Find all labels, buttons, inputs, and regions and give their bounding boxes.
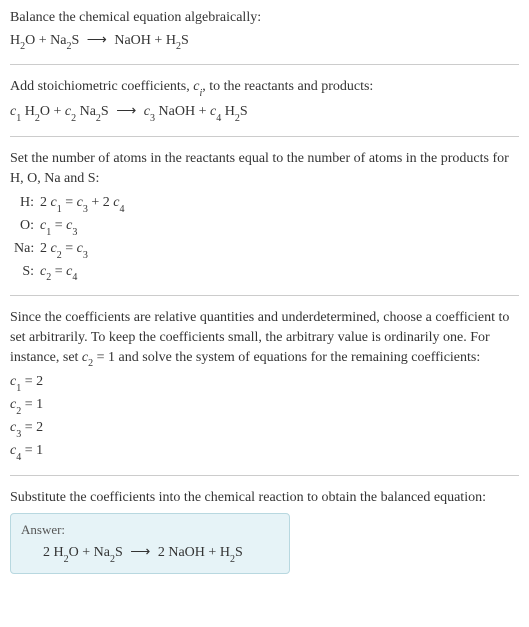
stoich-text: Add stoichiometric coefficients, ci, to …	[10, 77, 519, 99]
coef-c1: c1 = 2	[10, 371, 519, 394]
section-substitute: Substitute the coefficients into the che…	[10, 488, 519, 574]
balance-title: Balance the chemical equation algebraica…	[10, 8, 519, 28]
section-balance-header: Balance the chemical equation algebraica…	[10, 8, 519, 65]
balanced-equation: 2 H2O + Na2S ⟶ 2 NaOH + H2S	[21, 544, 279, 563]
section-atoms: Set the number of atoms in the reactants…	[10, 149, 519, 296]
coef-c2: c2 = 1	[10, 394, 519, 417]
species-na2s: Na2S	[80, 104, 109, 119]
atoms-row-h: H: 2 c1 = c3 + 2 c4	[14, 192, 519, 215]
species-na2s: Na2S	[50, 33, 79, 48]
species-h2s: H2S	[166, 33, 189, 48]
answer-label: Answer:	[21, 522, 279, 538]
reaction-arrow: ⟶	[87, 30, 107, 51]
unbalanced-equation: H2O + Na2S ⟶ NaOH + H2S	[10, 30, 519, 53]
solve-text: Since the coefficients are relative quan…	[10, 308, 519, 369]
atoms-row-na: Na: 2 c2 = c3	[14, 238, 519, 261]
atoms-text: Set the number of atoms in the reactants…	[10, 149, 519, 188]
coeff-equation: c1 H2O + c2 Na2S ⟶ c3 NaOH + c4 H2S	[10, 101, 519, 124]
section-stoichiometric: Add stoichiometric coefficients, ci, to …	[10, 77, 519, 137]
species-h2o: H2O	[10, 33, 35, 48]
reaction-arrow: ⟶	[116, 101, 136, 122]
substitute-text: Substitute the coefficients into the che…	[10, 488, 519, 508]
species-h2s: H2S	[220, 545, 243, 560]
atoms-row-s: S: c2 = c4	[14, 261, 519, 284]
answer-box: Answer: 2 H2O + Na2S ⟶ 2 NaOH + H2S	[10, 513, 290, 574]
coef-c4: c4 = 1	[10, 440, 519, 463]
species-h2o: H2O	[25, 104, 50, 119]
species-na2s: Na2S	[94, 545, 123, 560]
species-h2s: H2S	[225, 104, 248, 119]
section-solve: Since the coefficients are relative quan…	[10, 308, 519, 475]
atoms-row-o: O: c1 = c3	[14, 215, 519, 238]
atoms-table: H: 2 c1 = c3 + 2 c4 O: c1 = c3 Na: 2 c2 …	[14, 192, 519, 283]
coefficient-list: c1 = 2 c2 = 1 c3 = 2 c4 = 1	[10, 371, 519, 462]
species-h2o: H2O	[54, 545, 79, 560]
species-naoh: NaOH	[159, 104, 196, 119]
species-naoh: NaOH	[114, 33, 151, 48]
reaction-arrow: ⟶	[130, 544, 150, 561]
coef-c3: c3 = 2	[10, 417, 519, 440]
species-naoh: NaOH	[168, 545, 205, 560]
